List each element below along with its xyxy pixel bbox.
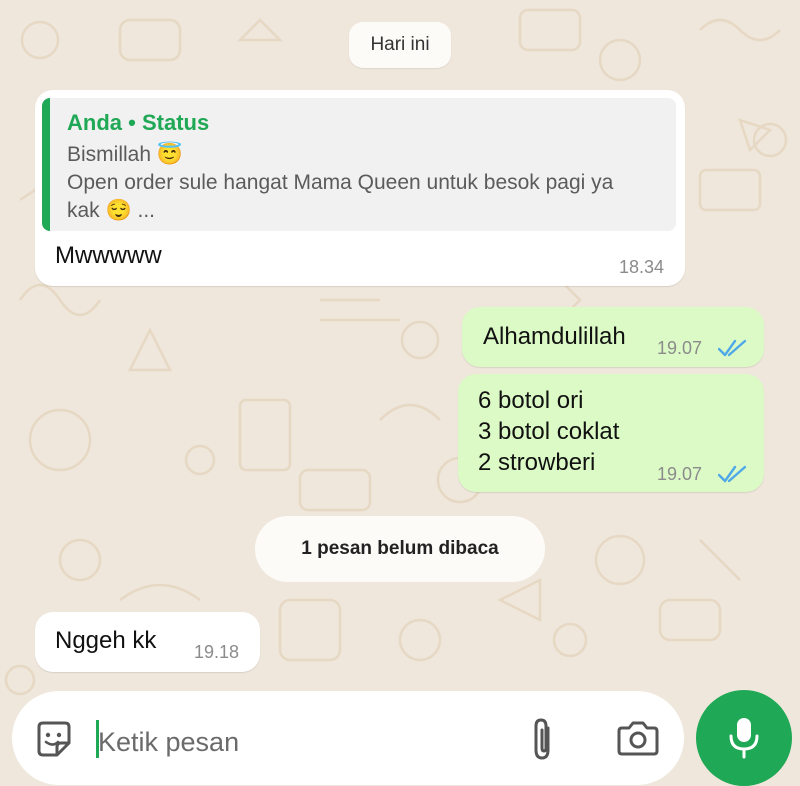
message-input[interactable]: Ketik pesan <box>98 727 239 758</box>
attach-icon[interactable] <box>526 716 558 762</box>
quote-line: Open order sule hangat Mama Queen untuk … <box>67 171 614 194</box>
quote-accent-bar <box>42 98 50 231</box>
message-text: Nggeh kk <box>55 627 157 654</box>
message-time: 18.34 <box>619 257 665 277</box>
read-ticks-icon <box>718 339 747 357</box>
quote-separator: • <box>128 110 136 135</box>
quote-source: Status <box>141 110 210 135</box>
camera-icon[interactable] <box>615 719 661 759</box>
date-separator: Hari ini <box>349 22 451 68</box>
quote-line: Bismillah 😇 <box>67 143 184 166</box>
sticker-icon[interactable] <box>33 719 75 761</box>
quote-title: Anda • Status <box>67 110 209 136</box>
unread-separator: 1 pesan belum dibaca <box>255 516 545 582</box>
message-line: 6 botol ori <box>478 387 584 414</box>
message-line: 2 strowberi <box>478 449 596 476</box>
unread-separator-label: 1 pesan belum dibaca <box>301 538 499 559</box>
read-ticks-icon <box>718 465 747 483</box>
message-time: 19.18 <box>194 642 240 662</box>
quoted-status-reply[interactable]: Anda • Status Bismillah 😇 Open order sul… <box>42 98 676 231</box>
mic-icon <box>729 718 759 759</box>
quote-author: Anda <box>67 110 122 135</box>
message-line: 3 botol coklat <box>478 418 620 445</box>
date-separator-label: Hari ini <box>370 34 430 55</box>
quote-line: kak 😌 ... <box>67 199 155 222</box>
message-time: 19.07 <box>657 338 703 358</box>
message-text: Alhamdulillah <box>483 323 626 350</box>
message-text: Mwwwww <box>55 242 162 269</box>
mic-button[interactable] <box>696 690 792 786</box>
message-time: 19.07 <box>657 464 703 484</box>
